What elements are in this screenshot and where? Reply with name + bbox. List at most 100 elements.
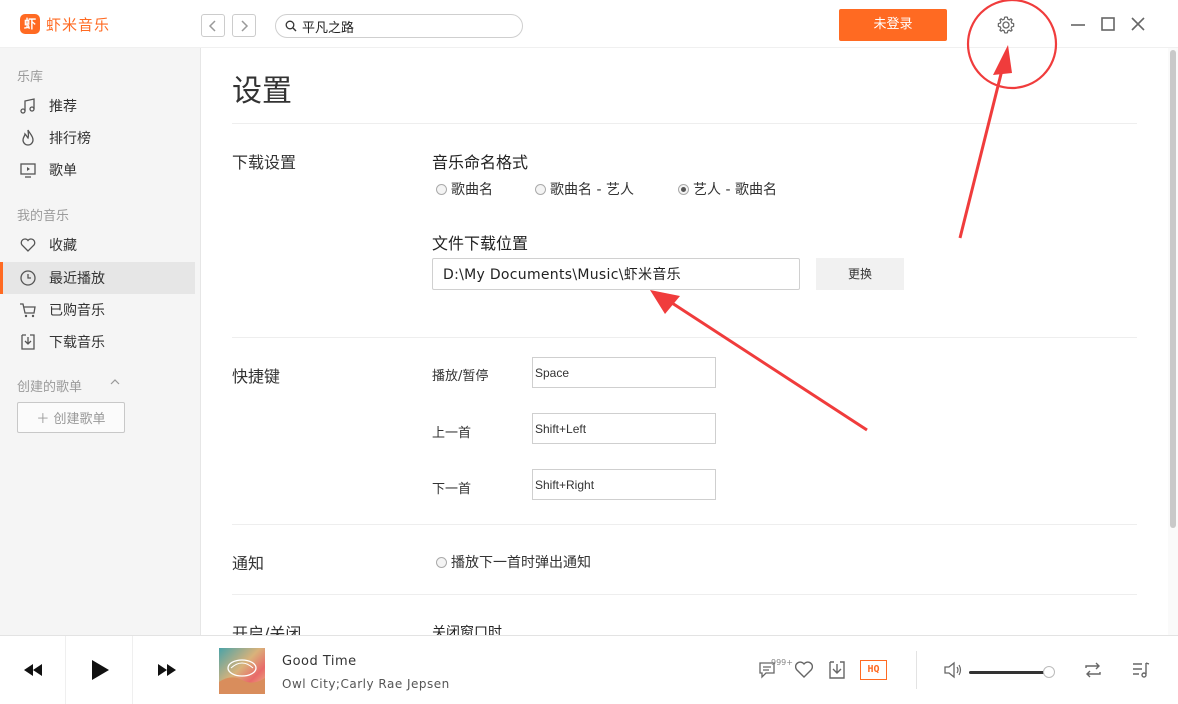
divider (232, 123, 1137, 124)
album-art-icon (219, 648, 265, 694)
search-input[interactable] (302, 19, 502, 34)
search-icon (285, 20, 297, 32)
scrollbar-thumb[interactable] (1170, 50, 1176, 528)
hotkey-label-previous: 上一首 (432, 422, 471, 441)
page-title: 设置 (232, 66, 292, 110)
volume-knob[interactable] (1043, 666, 1055, 678)
song-title[interactable]: Good Time (282, 654, 357, 669)
divider (232, 337, 1137, 338)
quality-badge[interactable]: HQ (860, 660, 887, 680)
radio-label: 艺人 - 歌曲名 (693, 179, 777, 199)
music-note-icon (19, 97, 37, 115)
radio-button-selected[interactable] (678, 184, 689, 195)
login-button[interactable]: 未登录 (839, 9, 947, 41)
download-location-title: 文件下载位置 (432, 230, 528, 254)
maximize-icon[interactable] (1098, 14, 1118, 34)
sidebar-section-created: 创建的歌单 (17, 376, 82, 395)
comment-count-badge: 999+ (771, 658, 793, 667)
radio-button[interactable] (436, 557, 447, 568)
back-button[interactable] (201, 14, 225, 37)
naming-option-song[interactable]: 歌曲名 (436, 179, 493, 199)
cart-icon (19, 301, 37, 319)
notify-next-track-option[interactable]: 播放下一首时弹出通知 (436, 552, 591, 572)
hotkey-label-next: 下一首 (432, 478, 471, 497)
download-icon[interactable] (826, 659, 848, 681)
section-notifications: 通知 (232, 550, 264, 574)
sidebar: 乐库 推荐 排行榜 歌单 我的音乐 收藏 最近播放 已购音乐 下载音乐 创建的歌… (0, 48, 201, 635)
volume-icon[interactable] (942, 659, 964, 681)
divider (232, 524, 1137, 525)
rewind-icon (22, 663, 44, 677)
sidebar-item-recent[interactable]: 最近播放 (0, 262, 195, 294)
divider (916, 651, 917, 689)
sidebar-item-label: 推荐 (49, 96, 77, 116)
heart-icon (19, 236, 37, 254)
create-playlist-button[interactable]: ＋ 创建歌单 (17, 402, 125, 433)
minimize-icon[interactable] (1068, 14, 1088, 34)
playlist-queue-icon[interactable] (1130, 659, 1152, 681)
radio-label: 播放下一首时弹出通知 (451, 552, 591, 572)
naming-option-song-artist[interactable]: 歌曲名 - 艺人 (535, 179, 634, 199)
radio-label: 歌曲名 - 艺人 (550, 179, 634, 199)
sidebar-item-playlists[interactable]: 歌单 (0, 154, 195, 186)
app-name: 虾米音乐 (46, 14, 110, 35)
repeat-icon[interactable] (1082, 659, 1104, 681)
section-download-settings: 下载设置 (232, 149, 296, 173)
album-cover[interactable] (219, 648, 265, 694)
radio-button[interactable] (436, 184, 447, 195)
change-location-button[interactable]: 更换 (816, 258, 904, 290)
settings-panel: 设置 下载设置 音乐命名格式 歌曲名 歌曲名 - 艺人 艺人 - 歌曲名 文件下… (202, 48, 1168, 635)
volume-slider[interactable] (969, 671, 1049, 674)
player-bar: Good Time Owl City;Carly Rae Jepsen 999+… (0, 635, 1178, 704)
divider (232, 594, 1137, 595)
section-startup: 开启/关闭 (232, 620, 301, 635)
chevron-right-icon (239, 19, 249, 33)
sidebar-item-favorites[interactable]: 收藏 (0, 229, 195, 261)
download-path-input[interactable] (432, 258, 800, 290)
hotkey-input-previous[interactable] (532, 413, 716, 444)
section-hotkeys: 快捷键 (232, 363, 280, 387)
sidebar-item-recommend[interactable]: 推荐 (0, 90, 195, 122)
sidebar-item-charts[interactable]: 排行榜 (0, 122, 195, 154)
sidebar-item-label: 下载音乐 (49, 332, 105, 352)
quality-label: HQ (867, 664, 879, 675)
previous-button[interactable] (0, 636, 66, 704)
sidebar-item-label: 排行榜 (49, 128, 91, 148)
song-artist[interactable]: Owl City;Carly Rae Jepsen (282, 677, 450, 691)
app-logo[interactable]: 虾 虾米音乐 (20, 13, 110, 35)
hotkey-input-next[interactable] (532, 469, 716, 500)
naming-format-title: 音乐命名格式 (432, 149, 528, 173)
forward-button[interactable] (232, 14, 256, 37)
top-bar: 虾 虾米音乐 未登录 (0, 0, 1178, 48)
play-icon (90, 659, 110, 681)
chevron-up-icon[interactable] (110, 377, 120, 387)
sidebar-item-label: 歌单 (49, 160, 77, 180)
fast-forward-icon (156, 663, 178, 677)
close-window-label: 关闭窗口时 (432, 622, 502, 635)
naming-option-artist-song[interactable]: 艺人 - 歌曲名 (678, 179, 777, 199)
settings-gear-icon[interactable] (995, 14, 1017, 36)
radio-button[interactable] (535, 184, 546, 195)
clock-icon (19, 269, 37, 287)
close-icon[interactable] (1128, 14, 1148, 34)
radio-label: 歌曲名 (451, 179, 493, 199)
next-button[interactable] (134, 636, 200, 704)
logo-mark-icon: 虾 (20, 14, 40, 34)
search-box[interactable] (275, 14, 523, 38)
heart-icon[interactable] (793, 659, 815, 681)
hotkey-label-play-pause: 播放/暂停 (432, 365, 488, 384)
sidebar-item-purchased[interactable]: 已购音乐 (0, 294, 195, 326)
sidebar-item-label: 最近播放 (49, 268, 105, 288)
sidebar-item-label: 已购音乐 (49, 300, 105, 320)
sidebar-item-downloads[interactable]: 下载音乐 (0, 326, 195, 358)
chevron-left-icon (208, 19, 218, 33)
sidebar-section-library: 乐库 (17, 66, 43, 85)
playlist-screen-icon (19, 161, 37, 179)
scrollbar[interactable] (1168, 48, 1178, 635)
play-button[interactable] (67, 636, 133, 704)
download-icon (19, 333, 37, 351)
flame-icon (19, 129, 37, 147)
sidebar-section-my-music: 我的音乐 (17, 205, 69, 224)
hotkey-input-play-pause[interactable] (532, 357, 716, 388)
sidebar-item-label: 收藏 (49, 235, 77, 255)
